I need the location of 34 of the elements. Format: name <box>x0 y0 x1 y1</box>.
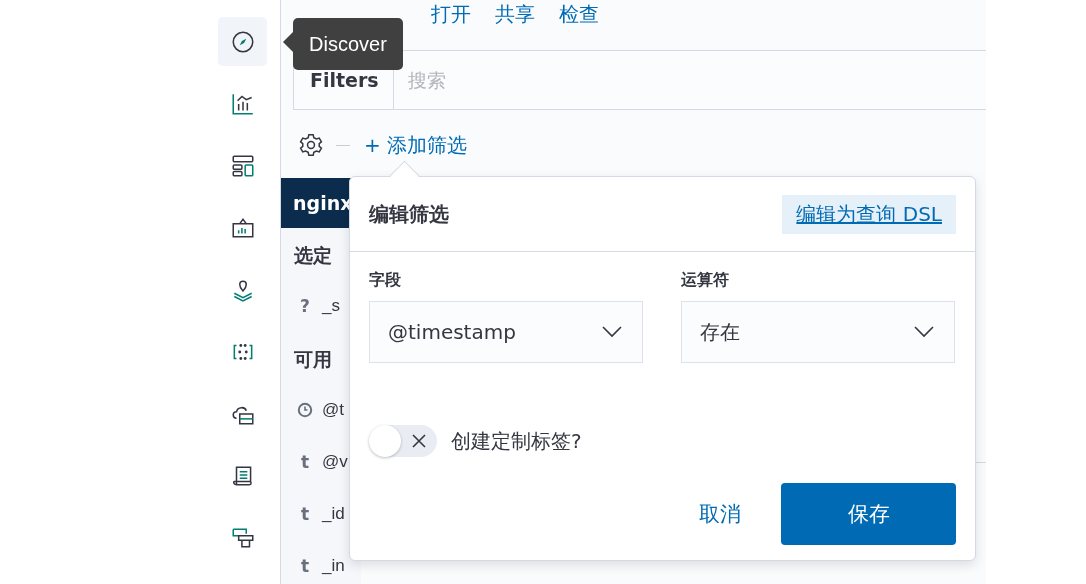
nav-item[interactable] <box>218 17 267 66</box>
section-heading: 可用 <box>294 347 333 372</box>
clock-icon <box>296 402 314 418</box>
settings-icon[interactable] <box>298 132 324 158</box>
field-label: 运算符 <box>681 270 730 291</box>
field-name[interactable]: _s <box>322 296 340 316</box>
field-type-label: ? <box>299 296 311 316</box>
chevron-down-icon <box>602 326 622 338</box>
save-button[interactable]: 保存 <box>781 483 956 545</box>
toggle-switch[interactable] <box>369 425 437 457</box>
field-type-label: t <box>299 452 311 472</box>
field-type-label: t <box>299 556 311 576</box>
tooltip: Discover <box>293 18 403 70</box>
toggle-label: 创建定制标签? <box>451 427 582 455</box>
cancel-link[interactable]: 取消 <box>699 500 741 528</box>
popover-title: 编辑筛选 <box>369 200 449 228</box>
menu-link[interactable]: 打开 <box>431 2 471 26</box>
cross-icon <box>411 433 427 449</box>
section-heading: 选定 <box>294 243 333 268</box>
select-field[interactable]: @timestamp <box>369 301 643 363</box>
field-type-label: t <box>299 504 311 524</box>
menu-link[interactable]: 共享 <box>495 2 535 26</box>
field-name[interactable]: @v <box>322 452 348 472</box>
chevron-down-icon <box>914 326 934 338</box>
dashboard-icon <box>229 152 256 179</box>
field-name[interactable]: _in <box>322 556 345 576</box>
add-filter-link[interactable]: + 添加筛选 <box>364 131 468 159</box>
search-field[interactable]: 搜索 <box>393 68 810 92</box>
menu-link[interactable]: 检查 <box>559 2 599 26</box>
field-label: 字段 <box>369 270 402 291</box>
field-name[interactable]: @t <box>322 400 344 420</box>
field-name[interactable]: _id <box>322 504 345 524</box>
edit-dsl-link[interactable]: 编辑为查询 DSL <box>782 194 956 234</box>
select-field[interactable]: 存在 <box>681 301 955 363</box>
